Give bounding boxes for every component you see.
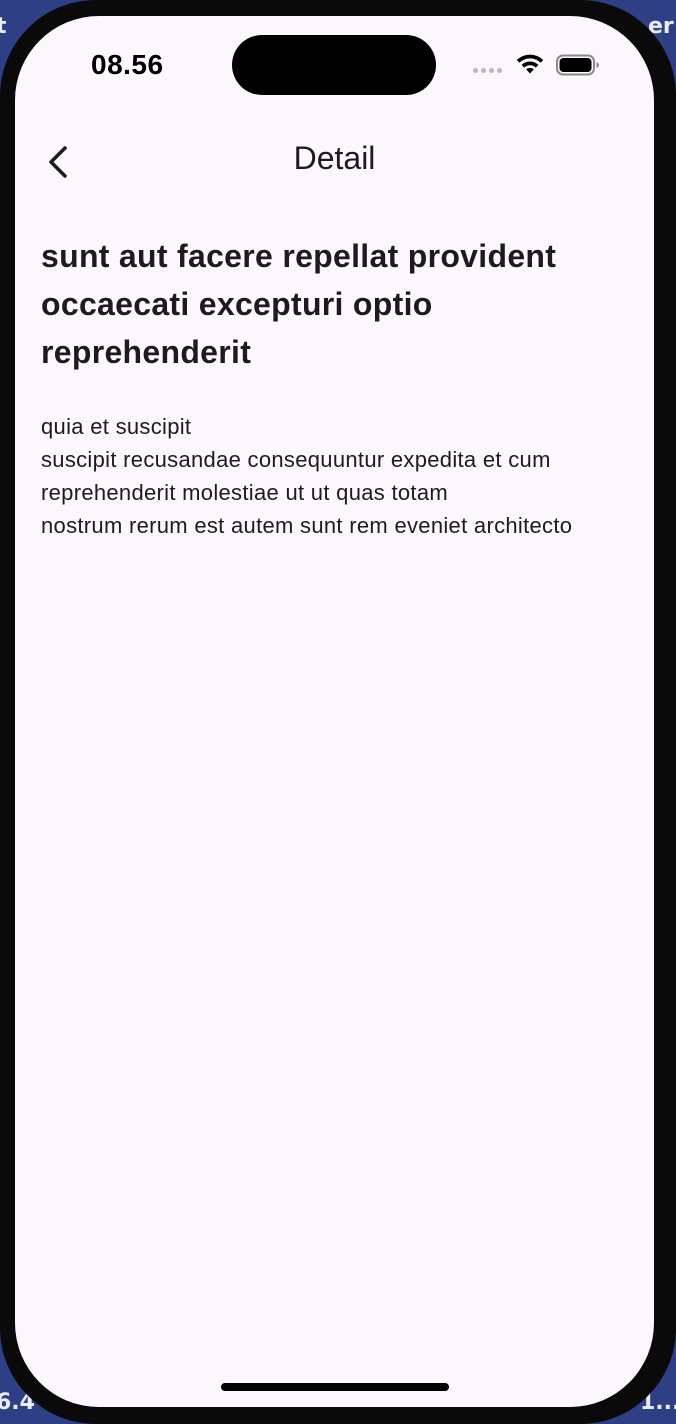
- home-indicator[interactable]: [221, 1383, 449, 1391]
- dynamic-island: [232, 35, 436, 95]
- phone-frame: 08.56 Detail sunt aut facere repellat pr…: [0, 0, 676, 1424]
- cellular-signal-icon: [473, 68, 502, 73]
- post-title: sunt aut facere repellat provident occae…: [41, 238, 557, 370]
- battery-icon: [556, 54, 599, 76]
- status-bar: 08.56: [15, 16, 654, 106]
- page-title: Detail: [293, 140, 376, 176]
- desktop-text-top-left: t: [0, 14, 7, 39]
- app-bar: Detail: [15, 126, 654, 196]
- status-time: 08.56: [91, 49, 164, 80]
- post-body: quia et suscipit suscipit recusandae con…: [41, 414, 573, 538]
- post-detail: sunt aut facere repellat provident occae…: [41, 232, 631, 542]
- wifi-icon: [516, 54, 544, 74]
- app-screen: 08.56 Detail sunt aut facere repellat pr…: [15, 16, 654, 1407]
